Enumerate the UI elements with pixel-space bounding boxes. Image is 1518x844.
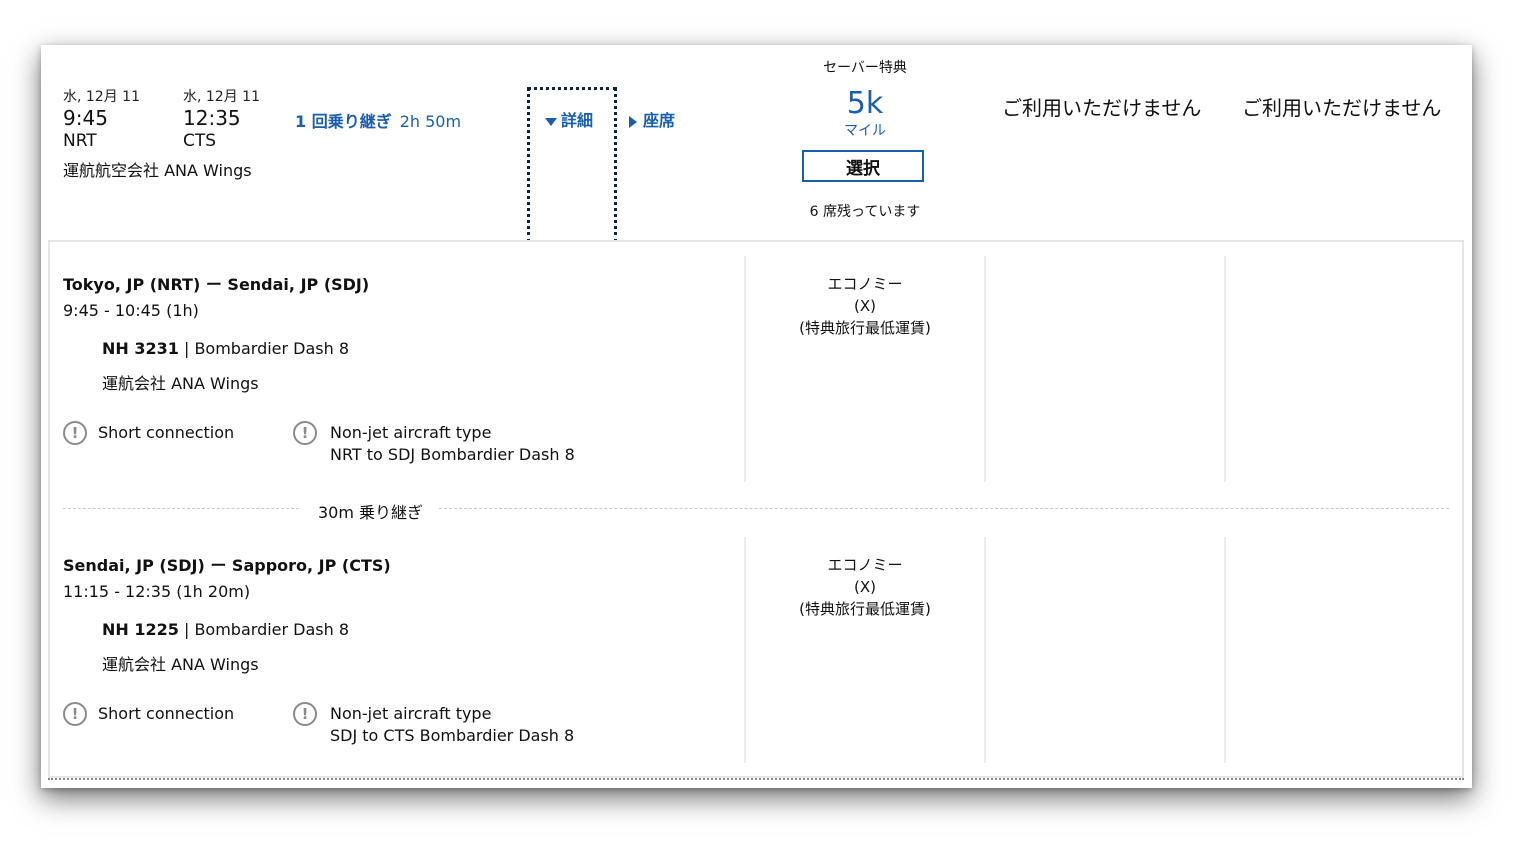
connection-info[interactable]: 1 回乗り継ぎ 2h 50m [295,108,461,132]
layover-divider [63,508,299,509]
segment-2-warning-non-jet-detail: SDJ to CTS Bombardier Dash 8 [330,726,575,745]
exclamation-circle-icon: ! [63,702,87,726]
column-divider [984,256,986,482]
caret-down-icon [545,117,557,126]
segment-2-flight: NH 1225 | Bombardier Dash 8 [102,620,349,639]
segment-1-booking-class: (X) [854,297,876,315]
column-divider [744,256,746,482]
fare-unavailable-1: ご利用いただけません [1002,96,1202,120]
seats-toggle[interactable]: 座席 [629,107,675,131]
segment-1-operator: 運航会社 ANA Wings [102,374,259,393]
column-divider [1224,256,1226,482]
fare-name: セーバー特典 [823,60,907,76]
exclamation-circle-icon: ! [293,702,317,726]
segment-2-warning-short-connection: Short connection [98,704,235,723]
fare-unavailable-2: ご利用いただけません [1242,96,1442,120]
flight-result-card: 水, 12月 11 9:45 NRT 水, 12月 11 12:35 CTS 運… [41,45,1472,788]
segment-2-booking-class: (X) [854,578,876,596]
column-divider [1224,537,1226,763]
fare-miles-unit: マイル [844,123,886,139]
segment-2-route: Sendai, JP (SDJ) ー Sapporo, JP (CTS) [63,556,391,575]
segment-2-flight-number: NH 1225 [102,620,179,639]
arrival-airport: CTS [183,131,217,151]
segment-1-warning-non-jet-detail: NRT to SDJ Bombardier Dash 8 [330,445,575,464]
exclamation-circle-icon: ! [63,421,87,445]
segment-1-time: 9:45 - 10:45 (1h) [63,301,199,320]
details-toggle[interactable]: 詳細 [545,107,593,131]
details-label: 詳細 [561,111,594,130]
trip-duration: 2h 50m [399,112,462,131]
segment-1-flight: NH 3231 | Bombardier Dash 8 [102,339,349,358]
layover-divider [439,508,1449,509]
departure-date: 水, 12月 11 [63,89,140,105]
flight-details-panel: Tokyo, JP (NRT) ー Sendai, JP (SDJ) 9:45 … [48,240,1464,780]
segment-1-route: Tokyo, JP (NRT) ー Sendai, JP (SDJ) [63,275,370,294]
seats-label: 座席 [643,111,676,130]
departure-time: 9:45 [63,106,108,130]
segment-1-warning-short-connection: Short connection [98,423,235,442]
segment-2-fare-note: (特典旅行最低運賃) [799,600,931,618]
connection-link[interactable]: 1 回乗り継ぎ [295,112,392,131]
arrival-date: 水, 12月 11 [183,89,260,105]
segment-1-fare-note: (特典旅行最低運賃) [799,319,931,337]
column-divider [984,537,986,763]
exclamation-circle-icon: ! [293,421,317,445]
fare-miles: 5k [846,86,884,121]
layover-duration: 30m 乗り継ぎ [318,503,424,522]
seats-remaining: 6 席残っています [809,204,921,220]
arrival-time: 12:35 [183,106,241,130]
segment-1-flight-number: NH 3231 [102,339,179,358]
segment-1-cabin-name: エコノミー [827,275,903,293]
segment-2-cabin-name: エコノミー [827,556,903,574]
segment-1-aircraft: | Bombardier Dash 8 [178,339,350,358]
segment-2-operator: 運航会社 ANA Wings [102,655,259,674]
segment-2-warning-non-jet: Non-jet aircraft type [330,704,492,723]
caret-right-icon [629,115,637,128]
departure-airport: NRT [63,131,97,151]
column-divider [744,537,746,763]
operating-carrier: 運航航空会社 ANA Wings [63,161,252,180]
segment-1-warning-non-jet: Non-jet aircraft type [330,423,492,442]
select-fare-button[interactable]: 選択 [802,150,924,182]
segment-2-time: 11:15 - 12:35 (1h 20m) [63,582,251,601]
segment-2-aircraft: | Bombardier Dash 8 [178,620,350,639]
